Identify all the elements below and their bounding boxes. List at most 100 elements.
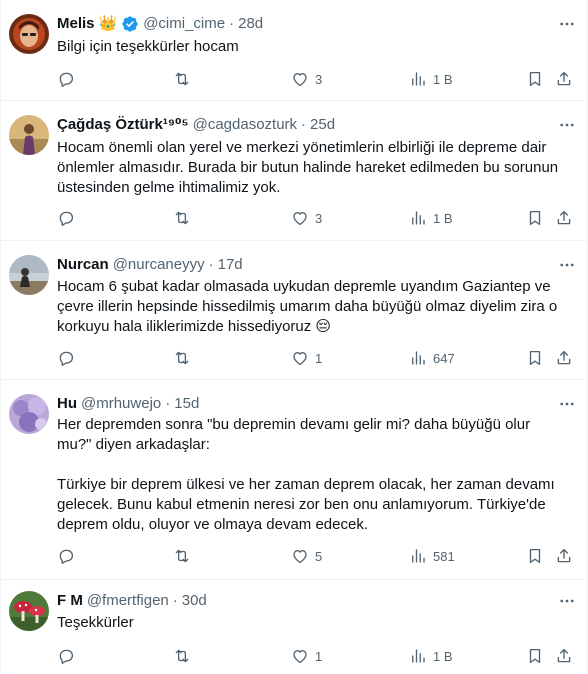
- retweet-icon: [175, 649, 189, 663]
- more-icon[interactable]: [557, 591, 577, 611]
- retweet-icon: [175, 211, 189, 225]
- timestamp[interactable]: 15d: [174, 394, 199, 414]
- like-count: 5: [315, 548, 323, 564]
- user-handle[interactable]: @mrhuwejo: [81, 394, 161, 414]
- retweet-button[interactable]: [173, 546, 197, 566]
- bookmark-button[interactable]: [526, 348, 544, 368]
- bookmark-button[interactable]: [526, 646, 544, 666]
- crown-emoji: 👑: [98, 15, 118, 32]
- views-button[interactable]: 1 B: [409, 208, 453, 228]
- retweet-button[interactable]: [173, 348, 197, 368]
- separator-dot: ·: [208, 256, 214, 273]
- reply-button[interactable]: [57, 546, 81, 566]
- reply-button[interactable]: [57, 646, 81, 666]
- views-button[interactable]: 1 B: [409, 69, 453, 89]
- display-name[interactable]: Melis: [57, 14, 95, 34]
- like-icon: [293, 650, 307, 664]
- like-icon: [293, 73, 307, 87]
- like-button[interactable]: 1: [291, 646, 322, 666]
- bookmark-icon: [529, 350, 541, 366]
- display-name[interactable]: F M: [57, 591, 83, 611]
- bookmark-button[interactable]: [526, 69, 544, 89]
- views-button[interactable]: 1 B: [409, 646, 453, 666]
- share-button[interactable]: [555, 208, 573, 228]
- retweet-icon: [175, 351, 189, 365]
- avatar[interactable]: [9, 115, 49, 155]
- reply-icon: [59, 211, 74, 226]
- timestamp[interactable]: 30d: [182, 591, 207, 611]
- view-count: 1 B: [433, 648, 453, 664]
- timestamp[interactable]: 25d: [310, 115, 335, 135]
- bookmark-icon: [529, 548, 541, 564]
- retweet-icon: [175, 72, 189, 86]
- tweet-text: Her depremden sonra "bu depremin devamı …: [57, 416, 555, 533]
- timestamp[interactable]: 28d: [238, 14, 263, 34]
- reply-icon: [59, 549, 74, 564]
- user-handle[interactable]: @nurcaneyyy: [113, 255, 205, 275]
- reply-button[interactable]: [57, 69, 81, 89]
- avatar[interactable]: [9, 591, 49, 631]
- retweet-button[interactable]: [173, 208, 197, 228]
- display-name[interactable]: Hu: [57, 394, 77, 414]
- separator-dot: ·: [229, 15, 235, 32]
- views-icon: [412, 351, 425, 365]
- tweet[interactable]: Nurcan @nurcaneyyy · 17d Hocam 6 şubat k…: [1, 241, 587, 380]
- reply-icon: [59, 72, 74, 87]
- views-button[interactable]: 581: [409, 546, 455, 566]
- display-name[interactable]: Nurcan: [57, 255, 109, 275]
- separator-dot: ·: [165, 395, 171, 412]
- share-button[interactable]: [555, 69, 573, 89]
- tweet[interactable]: Hu @mrhuwejo · 15d Her depremden sonra "…: [1, 380, 587, 580]
- like-count: 1: [315, 648, 323, 664]
- more-icon[interactable]: [557, 255, 577, 275]
- retweet-button[interactable]: [173, 69, 197, 89]
- timestamp[interactable]: 17d: [218, 255, 243, 275]
- tweet-header: Hu @mrhuwejo · 15d: [57, 394, 547, 414]
- more-icon[interactable]: [557, 394, 577, 414]
- avatar[interactable]: [9, 394, 49, 434]
- reply-button[interactable]: [57, 348, 81, 368]
- separator-dot: ·: [172, 592, 178, 609]
- bookmark-icon: [529, 71, 541, 87]
- user-handle[interactable]: @fmertfigen: [87, 591, 169, 611]
- reply-button[interactable]: [57, 208, 81, 228]
- tweet[interactable]: Çağdaş Öztürk¹⁹⁰⁵ @cagdasozturk · 25d Ho…: [1, 101, 587, 241]
- view-count: 581: [433, 548, 455, 564]
- avatar[interactable]: [9, 255, 49, 295]
- tweet-text: Hocam 6 şubat kadar olmasada uykudan dep…: [57, 278, 558, 335]
- tweet-actions: 5 581: [57, 546, 577, 566]
- like-button[interactable]: 3: [291, 69, 322, 89]
- like-button[interactable]: 3: [291, 208, 322, 228]
- separator-dot: ·: [301, 116, 307, 133]
- like-button[interactable]: 5: [291, 546, 322, 566]
- like-count: 1: [315, 350, 323, 366]
- views-button[interactable]: 647: [409, 348, 455, 368]
- tweet-text: Hocam önemli olan yerel ve merkezi yönet…: [57, 139, 559, 196]
- share-icon: [557, 71, 571, 86]
- like-icon: [293, 550, 307, 564]
- tweet-header: Nurcan @nurcaneyyy · 17d: [57, 255, 547, 275]
- more-icon[interactable]: [557, 14, 577, 34]
- tweet-text: Bilgi için teşekkürler hocam: [57, 38, 239, 55]
- bookmark-button[interactable]: [526, 546, 544, 566]
- more-icon[interactable]: [557, 115, 577, 135]
- avatar[interactable]: [9, 14, 49, 54]
- user-handle[interactable]: @cimi_cime: [143, 14, 225, 34]
- tweet[interactable]: Melis 👑 @cimi_cime · 28d Bilgi için teşe…: [1, 0, 587, 101]
- like-button[interactable]: 1: [291, 348, 322, 368]
- user-handle[interactable]: @cagdasozturk: [193, 115, 297, 135]
- share-button[interactable]: [555, 546, 573, 566]
- share-icon: [557, 548, 571, 563]
- share-button[interactable]: [555, 646, 573, 666]
- display-name[interactable]: Çağdaş Öztürk¹⁹⁰⁵: [57, 115, 189, 135]
- bookmark-button[interactable]: [526, 208, 544, 228]
- bookmark-icon: [529, 648, 541, 664]
- retweet-button[interactable]: [173, 646, 197, 666]
- views-icon: [412, 211, 425, 225]
- share-icon: [557, 648, 571, 663]
- reply-icon: [59, 351, 74, 366]
- tweet[interactable]: F M @fmertfigen · 30d Teşekkürler 1 1 B: [1, 580, 587, 674]
- views-icon: [412, 649, 425, 663]
- share-button[interactable]: [555, 348, 573, 368]
- view-count: 1 B: [433, 71, 453, 87]
